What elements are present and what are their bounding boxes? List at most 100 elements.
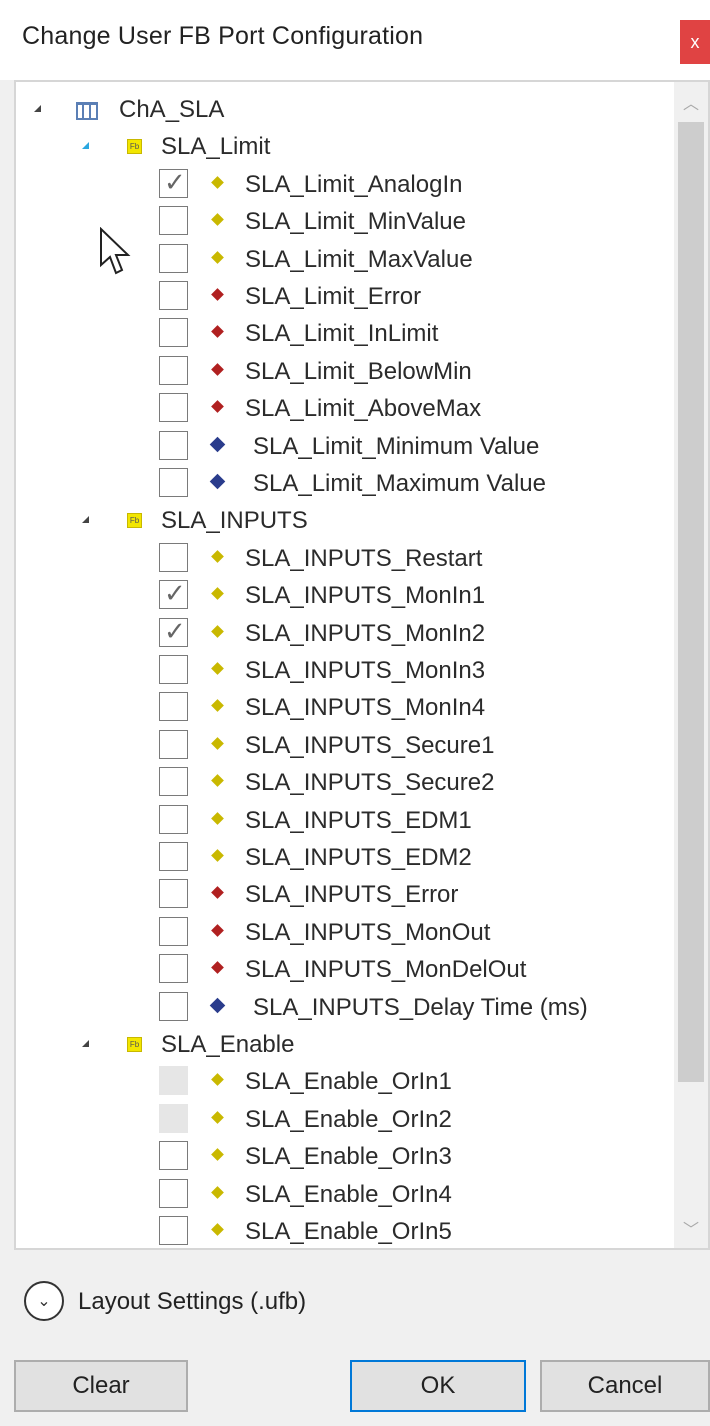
port-row[interactable]: SLA_INPUTS_MonIn4 [16,690,676,727]
port-checkbox[interactable] [159,617,188,647]
port-label: SLA_Limit_Maximum Value [253,470,547,497]
port-label: SLA_INPUTS_MonIn4 [245,694,486,722]
port-diamond-icon [211,811,224,825]
port-checkbox[interactable] [159,767,188,797]
port-row[interactable]: SLA_Limit_AboveMax [16,391,676,428]
port-checkbox[interactable] [159,393,188,423]
port-row[interactable]: SLA_Limit_BelowMin [16,354,676,391]
port-row[interactable]: SLA_Limit_AnalogIn [16,167,676,204]
port-row[interactable]: SLA_INPUTS_MonIn2 [16,616,676,653]
port-label: SLA_INPUTS_Error [245,881,459,909]
port-label: SLA_INPUTS_MonIn1 [245,582,486,610]
port-row[interactable]: SLA_INPUTS_Delay Time (ms) [16,990,676,1027]
port-row[interactable]: SLA_INPUTS_Secure2 [16,765,676,802]
tree-root-label: ChA_SLA [119,96,225,123]
port-row[interactable]: SLA_Enable_OrIn1 [16,1064,676,1101]
port-row[interactable]: SLA_INPUTS_Error [16,877,676,914]
port-label: SLA_INPUTS_MonIn3 [245,657,486,684]
port-label: SLA_Limit_Minimum Value [253,432,540,460]
expand-toggle-icon[interactable] [82,142,89,150]
port-checkbox[interactable] [159,879,188,909]
port-row[interactable]: SLA_Limit_Error [16,279,676,316]
port-row[interactable]: SLA_Limit_Minimum Value [16,429,676,466]
port-checkbox [159,1066,188,1096]
port-label: SLA_INPUTS_MonIn2 [245,619,486,647]
port-tree[interactable]: ChA_SLA Fb SLA_Limit SLA_Limit_AnalogIn SLA_… [14,80,710,1250]
port-diamond-icon [211,699,224,713]
tree-group-row[interactable]: Fb SLA_Enable [16,1027,676,1064]
port-checkbox[interactable] [159,355,188,385]
port-checkbox[interactable] [159,804,188,834]
close-button[interactable]: x [680,20,710,64]
port-row[interactable]: SLA_Limit_InLimit [16,316,676,353]
vertical-scrollbar[interactable]: ︿ ﹀ [674,82,708,1248]
port-row[interactable]: SLA_INPUTS_MonIn3 [16,653,676,690]
port-checkbox[interactable] [159,168,188,198]
port-diamond-icon [211,549,224,563]
port-row[interactable]: SLA_INPUTS_Secure1 [16,728,676,765]
port-checkbox[interactable] [159,579,188,610]
scroll-up-icon[interactable]: ︿ [674,82,708,122]
port-label: SLA_INPUTS_Secure1 [245,731,495,759]
port-row[interactable]: SLA_INPUTS_Restart [16,541,676,578]
title-bar: Change User FB Port Configuration x [0,0,710,80]
port-diamond-icon [211,1223,224,1236]
expand-toggle-icon[interactable] [82,1040,89,1047]
scroll-down-icon[interactable]: ﹀ [674,1208,708,1248]
chevron-down-circle-icon[interactable]: ⌄ [24,1281,64,1321]
tree-group-row[interactable]: Fb SLA_INPUTS [16,503,676,540]
ok-button[interactable]: OK [350,1360,526,1412]
port-diamond-icon [211,736,224,750]
cancel-button[interactable]: Cancel [540,1360,710,1412]
window-title: Change User FB Port Configuration [22,22,424,50]
port-label: SLA_Enable_OrIn5 [245,1218,452,1245]
tree-group-row[interactable]: Fb SLA_Limit [16,129,676,166]
port-checkbox[interactable] [159,281,188,310]
port-row[interactable]: SLA_INPUTS_EDM2 [16,840,676,877]
port-checkbox[interactable] [159,318,188,348]
port-checkbox[interactable] [159,1216,188,1245]
port-row[interactable]: SLA_Enable_OrIn2 [16,1102,676,1139]
port-row[interactable]: SLA_INPUTS_MonIn1 [16,578,676,615]
port-diamond-icon [211,624,224,638]
port-diamond-icon [211,1148,224,1162]
port-checkbox[interactable] [159,430,188,460]
port-checkbox[interactable] [159,1178,188,1208]
port-diamond-icon [211,1073,224,1087]
port-checkbox[interactable] [159,729,188,759]
port-checkbox[interactable] [159,954,188,984]
port-label: SLA_Enable_OrIn2 [245,1105,452,1133]
port-row[interactable]: SLA_Enable_OrIn5 [16,1214,676,1248]
port-checkbox[interactable] [159,842,188,871]
port-checkbox[interactable] [159,468,188,497]
fb-icon: Fb [127,1037,142,1052]
port-row[interactable]: SLA_Limit_Maximum Value [16,466,676,503]
port-diamond-icon [211,662,224,675]
port-checkbox[interactable] [159,1141,188,1171]
port-checkbox[interactable] [159,991,188,1021]
port-checkbox[interactable] [159,206,188,236]
layout-settings-toggle[interactable]: ⌄ Layout Settings (.ufb) [22,1278,422,1326]
port-diamond-icon [211,250,224,264]
fb-icon: Fb [127,139,142,155]
scroll-thumb[interactable] [678,122,704,1082]
port-row[interactable]: SLA_Enable_OrIn4 [16,1177,676,1214]
port-row[interactable]: SLA_INPUTS_MonDelOut [16,952,676,989]
port-checkbox[interactable] [159,243,188,273]
port-checkbox[interactable] [159,655,188,684]
tree-root-row[interactable]: ChA_SLA [16,92,676,129]
port-diamond-icon [211,325,224,339]
port-checkbox[interactable] [159,542,188,572]
port-row[interactable]: SLA_Enable_OrIn3 [16,1139,676,1176]
mouse-cursor-icon [100,227,131,275]
port-checkbox[interactable] [159,692,188,722]
tree-group-label: SLA_INPUTS [161,507,308,535]
port-checkbox[interactable] [159,916,188,946]
port-row[interactable]: SLA_INPUTS_MonOut [16,915,676,952]
port-row[interactable]: SLA_INPUTS_EDM1 [16,803,676,840]
tree-group-label: SLA_Limit [161,133,271,161]
expand-toggle-icon[interactable] [34,105,41,112]
expand-toggle-icon[interactable] [82,516,89,524]
tree-group-label: SLA_Enable [161,1031,295,1058]
clear-button[interactable]: Clear [14,1360,188,1412]
